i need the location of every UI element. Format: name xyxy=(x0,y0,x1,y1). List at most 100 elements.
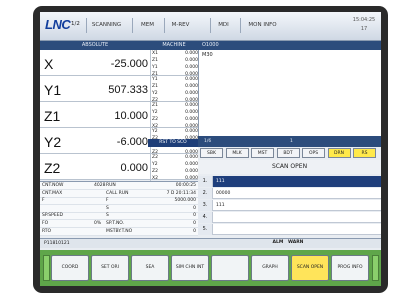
message-bar: RST TO SCO xyxy=(148,139,198,147)
program-text: M30 xyxy=(202,52,213,58)
softkey-blank[interactable] xyxy=(211,255,249,281)
status-line: 1/6 1 xyxy=(198,136,381,147)
softkey-bar: COORD SET ORI SEA SIM CHN INT GRAPH SCAN OPEN… xyxy=(40,250,381,286)
machine-header: MACHINE xyxy=(150,41,198,50)
status-button-mlk[interactable]: MLK xyxy=(225,148,249,158)
tab-mdi[interactable]: MDI xyxy=(210,18,236,33)
axis-value: 507.333 xyxy=(108,84,148,96)
scan-open-title: SCAN OPEN xyxy=(198,160,381,174)
machine-axis: Y2 xyxy=(152,91,158,96)
machine-value: 0.000 xyxy=(185,162,198,167)
status-button-sbk[interactable]: SBK xyxy=(200,148,223,158)
axis-name: Z1 xyxy=(44,108,61,124)
machine-line: Y1 0.000 xyxy=(151,76,199,83)
machine-axis: X1 xyxy=(152,51,158,56)
machine-axis: Y1 xyxy=(152,77,158,82)
machine-value: 0.000 xyxy=(185,84,198,89)
machine-axis: Z2 xyxy=(152,155,158,160)
machine-value: 0.000 xyxy=(185,155,198,160)
axis-name: X xyxy=(44,56,54,72)
tab-scanning[interactable]: SCANNING xyxy=(86,18,126,33)
machine-values: Y1 0.000 Z1 0.000 Y2 0.000 Z2 0.000 xyxy=(150,76,199,104)
machine-line: Y2 0.000 xyxy=(151,90,199,97)
scan-row-value: 00000 xyxy=(216,191,231,196)
machine-value: 0.000 xyxy=(185,103,198,108)
axis-value: -6.000 xyxy=(116,136,148,148)
scan-row-value: 111 xyxy=(216,203,225,208)
program-header: O1000 xyxy=(198,41,381,50)
status-button-drn[interactable]: DRN xyxy=(327,148,351,158)
clock-day: 17 xyxy=(360,26,368,32)
info-value: 0% xyxy=(94,221,102,226)
alarm-label: ALM xyxy=(272,240,284,245)
machine-value: 0.000 xyxy=(185,129,198,134)
alarm-indicator: ALM WARN xyxy=(268,239,308,247)
info-label-2: SP.T.NO. xyxy=(106,221,125,226)
machine-axis: Y1 xyxy=(152,65,158,70)
axis-row: Y1 507.333 Y1 0.000 Z1 0.000 Y2 0.000 Z2 0.000 xyxy=(40,76,199,104)
tab-mon-info[interactable]: MON INFO xyxy=(240,18,284,33)
tab-mem[interactable]: MEM xyxy=(132,18,162,33)
machine-line: Z2 0.000 xyxy=(151,168,199,175)
machine-axis: Y2 xyxy=(152,129,158,134)
scan-row[interactable]: 1. 111 xyxy=(198,176,381,187)
info-value-2: 0 xyxy=(193,205,196,211)
machine-line: Z2 0.000 xyxy=(151,154,199,161)
info-label: CNT.NOW xyxy=(42,183,64,188)
info-label: SP.SPEED xyxy=(42,213,64,219)
clock-time: 15:04:25 xyxy=(352,17,376,23)
clock: 15:04:25 17 xyxy=(349,16,379,36)
machine-line: Y2 0.000 xyxy=(151,161,199,168)
absolute-header: ABSOLUTE xyxy=(40,41,150,50)
page-indicator: 1/2 xyxy=(71,21,80,27)
softkey-left-edge[interactable] xyxy=(43,255,50,281)
axis-value: 10.000 xyxy=(114,110,148,122)
machine-line: Z2 0.000 xyxy=(151,116,199,123)
machine-line: Y2 0.000 xyxy=(151,128,199,135)
scan-row[interactable]: 3. 111 xyxy=(198,200,381,211)
softkey-sea[interactable]: SEA xyxy=(131,255,169,281)
top-bar: LNC 1/2 SCANNING MEM M-REV MDI MON INFO … xyxy=(40,12,381,41)
softkey-sim-chn-int[interactable]: SIM CHN INT xyxy=(171,255,209,281)
machine-values: Z2 0.000 Y2 0.000 Z2 0.000 X2 0.000 xyxy=(150,154,199,182)
tab-m-rev[interactable]: M-REV xyxy=(164,18,196,33)
machine-axis: Z1 xyxy=(152,58,158,63)
scan-row-number: 1. xyxy=(198,176,213,187)
info-value-2: 0 xyxy=(193,221,196,226)
axis-name: Y1 xyxy=(44,82,62,98)
axis-name: Z2 xyxy=(44,160,61,176)
status-button-bdt[interactable]: BDT xyxy=(276,148,300,158)
machine-value: 0.000 xyxy=(185,51,198,56)
status-button-rs[interactable]: RS xyxy=(353,148,376,158)
scan-row[interactable]: 5. xyxy=(198,224,381,235)
machine-value: 0.000 xyxy=(185,117,198,122)
softkey-graph[interactable]: GRAPH xyxy=(251,255,289,281)
axis-value: -25.000 xyxy=(110,58,148,70)
scan-row-value xyxy=(213,212,381,223)
info-label-2: CALL RUN xyxy=(106,190,129,196)
softkey-scan-open[interactable]: SCAN OPEN xyxy=(291,255,329,281)
info-row: RTO MSTBY.T.NO 0 xyxy=(40,228,198,236)
scan-row[interactable]: 2. 00000 xyxy=(198,188,381,199)
machine-axis: Z1 xyxy=(152,103,158,108)
softkey-right-edge[interactable] xyxy=(372,255,379,281)
info-value-2: 7 D 20:11:34 xyxy=(166,190,196,196)
info-label-2: S xyxy=(106,213,109,219)
status-button-mst[interactable]: MST xyxy=(251,148,274,158)
softkey-prog-info[interactable]: PROG INFO xyxy=(331,255,369,281)
machine-line: X1 0.000 xyxy=(151,50,199,57)
machine-value: 0.000 xyxy=(185,58,198,63)
warn-label: WARN xyxy=(287,240,304,245)
info-panel: CNT.NOW 4028 RUN 00:00:25 CNT.MAX CALL RU… xyxy=(40,181,198,236)
machine-value: 0.000 xyxy=(185,77,198,82)
status-button-ops[interactable]: OPS xyxy=(302,148,325,158)
machine-axis: Z1 xyxy=(152,84,158,89)
info-label-2: MSTBY.T.NO xyxy=(106,228,133,234)
scan-row-value: 111 xyxy=(213,176,381,187)
scan-row[interactable]: 4. xyxy=(198,212,381,223)
axis-row: X -25.000 X1 0.000 Z1 0.000 Y1 0.000 Z1 0.000 xyxy=(40,50,199,78)
softkey-set-ori[interactable]: SET ORI xyxy=(91,255,129,281)
info-value-2: 0 xyxy=(193,213,196,219)
softkey-coord[interactable]: COORD xyxy=(51,255,89,281)
machine-axis: Z2 xyxy=(152,117,158,122)
